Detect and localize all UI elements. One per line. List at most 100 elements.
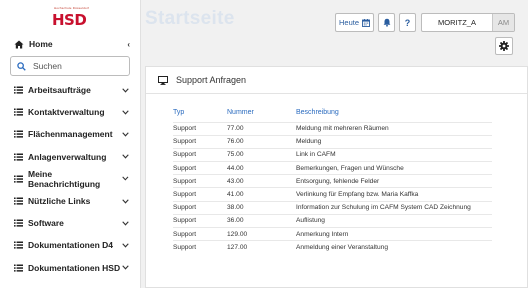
cell-nummer: 129.00	[227, 226, 296, 241]
list-icon	[14, 241, 23, 250]
hsd-logo[interactable]: Hochschule Düsseldorf HSD	[52, 6, 92, 30]
sidebar-item-label: Dokumentationen HSD	[28, 262, 121, 273]
table-row[interactable]: Support 38.00 Information zur Schulung i…	[173, 200, 492, 215]
list-icon	[14, 108, 23, 116]
cell-beschreibung: Bemerkungen, Fragen und Wünsche	[296, 161, 492, 175]
cell-nummer: 43.00	[227, 174, 296, 188]
chevron-down-icon	[122, 265, 129, 270]
sidebar-item-label: Anlagenverwaltung	[28, 151, 107, 162]
calendar-icon	[362, 18, 370, 27]
user-menu[interactable]: MORITZ_A AM	[421, 13, 515, 32]
sidebar-nav: Arbeitsaufträge Kontaktverwaltung Fläche…	[0, 79, 141, 279]
cell-beschreibung: Information zur Schulung im CAFM System …	[296, 200, 492, 215]
cell-typ: Support	[173, 187, 227, 202]
chevron-down-icon	[122, 132, 129, 137]
page-title: Startseite	[145, 8, 235, 29]
cell-typ: Support	[173, 134, 227, 149]
sidebar-item-software[interactable]: Software	[0, 212, 141, 234]
cell-typ: Support	[173, 226, 227, 241]
cell-typ: Support	[173, 174, 227, 188]
user-name: MORITZ_A	[438, 18, 476, 27]
support-requests-card: Support Anfragen Typ Nummer Beschreibung…	[145, 66, 528, 288]
cell-beschreibung: Verlinkung für Empfang bzw. Maria Kaffka	[296, 187, 492, 202]
sidebar-item-dokumentationen-d4[interactable]: Dokumentationen D4	[0, 234, 141, 256]
collapse-sidebar-icon[interactable]: ‹	[127, 40, 130, 49]
cell-typ: Support	[173, 213, 227, 228]
table-row[interactable]: Support 41.00 Verlinkung für Empfang bzw…	[173, 187, 492, 202]
list-icon	[14, 264, 23, 272]
cell-beschreibung: Meldung	[296, 134, 492, 149]
sidebar-item-dokumentationen-hsd[interactable]: Dokumentationen HSD	[0, 257, 141, 279]
gear-icon	[499, 41, 509, 51]
cell-typ: Support	[173, 200, 227, 215]
table-row[interactable]: Support 127.00 Anmeldung einer Veranstal…	[173, 240, 492, 254]
cell-nummer: 41.00	[227, 187, 296, 202]
cell-nummer: 75.00	[227, 147, 296, 162]
list-icon	[14, 130, 23, 139]
cell-typ: Support	[173, 121, 227, 136]
sidebar-home-label: Home	[29, 39, 53, 49]
sidebar-item-flaechenmanagement[interactable]: Flächenmanagement	[0, 123, 141, 145]
cell-beschreibung: Anmeldung einer Veranstaltung	[296, 240, 492, 254]
today-button[interactable]: Heute	[335, 13, 374, 32]
chevron-down-icon	[122, 243, 129, 248]
list-icon	[14, 219, 23, 227]
search-icon	[17, 61, 26, 71]
sidebar-item-label: Software	[28, 218, 64, 229]
help-button[interactable]: ?	[399, 13, 416, 32]
table-row[interactable]: Support 43.00 Entsorgung, fehlende Felde…	[173, 174, 492, 188]
search-box	[10, 56, 130, 76]
table-header-row: Typ Nummer Beschreibung	[173, 107, 492, 122]
cell-nummer: 44.00	[227, 161, 296, 175]
sidebar-item-label: Arbeitsaufträge	[28, 85, 91, 96]
column-header-nummer[interactable]: Nummer	[227, 107, 296, 122]
list-icon	[14, 175, 23, 183]
sidebar-item-label: Kontaktverwaltung	[28, 107, 105, 118]
card-header: Support Anfragen	[146, 67, 527, 94]
table-row[interactable]: Support 44.00 Bemerkungen, Fragen und Wü…	[173, 161, 492, 175]
bell-icon	[383, 18, 390, 27]
app-root: Hochschule Düsseldorf HSD Home ‹ Arbeits…	[0, 0, 528, 288]
notifications-button[interactable]	[378, 13, 395, 32]
cell-nummer: 127.00	[227, 240, 296, 254]
chevron-down-icon	[122, 110, 129, 115]
cell-beschreibung: Meldung mit mehreren Räumen	[296, 121, 492, 136]
user-initials: AM	[492, 14, 514, 31]
table-row[interactable]: Support 76.00 Meldung	[173, 134, 492, 149]
sidebar-item-kontaktverwaltung[interactable]: Kontaktverwaltung	[0, 101, 141, 123]
column-header-beschreibung[interactable]: Beschreibung	[296, 107, 492, 122]
cell-typ: Support	[173, 147, 227, 162]
list-icon	[14, 153, 23, 161]
sidebar-item-label: Nützliche Links	[28, 196, 91, 207]
column-header-typ[interactable]: Typ	[173, 107, 227, 122]
table-row[interactable]: Support 129.00 Anmerkung Intern	[173, 226, 492, 241]
table-row[interactable]: Support 36.00 Auflistung	[173, 213, 492, 228]
support-table: Typ Nummer Beschreibung Support 77.00 Me…	[173, 107, 492, 254]
search-input[interactable]	[33, 61, 123, 71]
chevron-down-icon	[122, 88, 129, 93]
cell-beschreibung: Entsorgung, fehlende Felder	[296, 174, 492, 188]
monitor-icon	[158, 75, 168, 85]
sidebar-home[interactable]: Home ‹	[14, 36, 130, 52]
sidebar-item-nuetzliche-links[interactable]: Nützliche Links	[0, 190, 141, 212]
sidebar-item-arbeitsauftraege[interactable]: Arbeitsaufträge	[0, 79, 141, 101]
cell-beschreibung: Auflistung	[296, 213, 492, 228]
table-row[interactable]: Support 77.00 Meldung mit mehreren Räume…	[173, 121, 492, 136]
cell-beschreibung: Link in CAFM	[296, 147, 492, 162]
cell-typ: Support	[173, 161, 227, 175]
sidebar-item-label: Flächenmanagement	[28, 129, 113, 140]
list-icon	[14, 86, 23, 94]
cell-nummer: 38.00	[227, 200, 296, 215]
logo-tagline: Hochschule Düsseldorf	[54, 6, 90, 10]
chevron-down-icon	[122, 154, 129, 159]
sidebar-item-benachrichtigung[interactable]: Meine Benachrichtigung	[0, 168, 141, 190]
cell-beschreibung: Anmerkung Intern	[296, 226, 492, 241]
settings-button[interactable]	[495, 37, 513, 55]
sidebar: Hochschule Düsseldorf HSD Home ‹ Arbeits…	[0, 0, 141, 288]
sidebar-item-anlagenverwaltung[interactable]: Anlagenverwaltung	[0, 146, 141, 168]
list-icon	[14, 197, 23, 205]
table-row[interactable]: Support 75.00 Link in CAFM	[173, 147, 492, 162]
today-button-label: Heute	[338, 18, 359, 27]
cell-nummer: 77.00	[227, 121, 296, 136]
cell-nummer: 76.00	[227, 134, 296, 149]
